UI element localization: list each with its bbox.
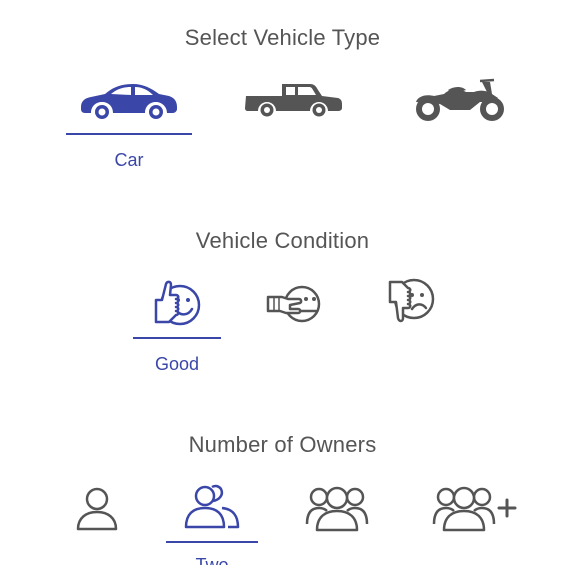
condition-option-average[interactable] [256, 275, 334, 337]
single-person-icon [76, 487, 118, 531]
vehicle-form-screen: Select Vehicle Type Car Vehicle Conditio… [0, 0, 565, 565]
three-people-icon [305, 486, 369, 532]
condition-option-good[interactable]: Good [133, 275, 221, 380]
owners-option-three[interactable] [300, 482, 374, 538]
owners-option-one[interactable] [66, 482, 128, 538]
vehicle-condition-title: Vehicle Condition [195, 228, 370, 253]
owners-option-two[interactable]: Two [166, 482, 258, 565]
car-selected-underline [66, 133, 192, 135]
pickup-truck-icon [245, 84, 342, 117]
good-selected-underline [133, 337, 221, 339]
car-label: Car [114, 150, 144, 170]
thumbs-down-face-icon [388, 278, 435, 323]
car-icon [81, 84, 177, 119]
vehicle-option-motorcycle[interactable] [402, 70, 518, 132]
group-plus-icon [432, 486, 517, 532]
vehicle-option-car[interactable]: Car [66, 70, 192, 175]
two-label: Two [195, 555, 229, 565]
motorcycle-icon [416, 78, 504, 121]
good-label: Good [154, 354, 200, 374]
two-selected-underline [166, 541, 258, 543]
vehicle-type-title: Select Vehicle Type [184, 25, 381, 50]
condition-option-poor[interactable] [375, 270, 449, 332]
thumbs-up-face-icon [154, 280, 201, 326]
owners-option-four-plus[interactable] [428, 482, 520, 538]
two-people-icon [184, 484, 240, 529]
vehicle-option-truck[interactable] [236, 70, 352, 132]
number-of-owners-title: Number of Owners [188, 432, 377, 457]
sideways-thumb-face-icon [266, 285, 321, 323]
